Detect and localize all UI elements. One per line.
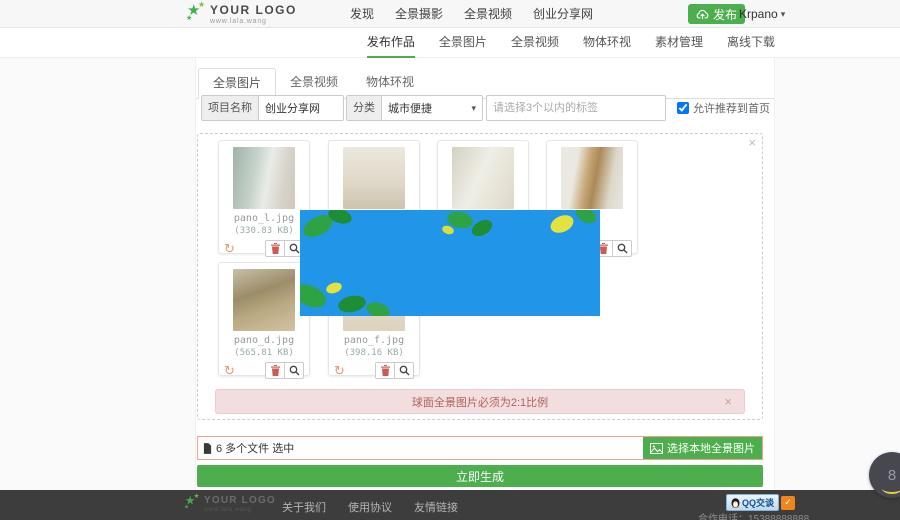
file-count-text: 6 多个文件 选中: [216, 440, 294, 456]
widget-badge: 8: [888, 467, 896, 484]
menu-item-share-site[interactable]: 创业分享网: [533, 5, 593, 22]
file-card: pano_l.jpg (330.83 KB) ↻: [218, 140, 310, 254]
image-icon: [650, 443, 663, 454]
trash-icon: [271, 243, 280, 254]
drag-preview-image: [300, 210, 600, 316]
tags-input[interactable]: [486, 95, 666, 121]
file-name: pano_l.jpg: [222, 212, 306, 225]
category-value: 城市便捷: [388, 100, 432, 116]
user-name: Krpano: [739, 7, 778, 21]
file-size: (398.16 KB): [332, 347, 416, 359]
project-name-input[interactable]: [258, 95, 344, 121]
qq-chat-label: QQ交谈: [742, 496, 774, 509]
delete-button[interactable]: [265, 362, 285, 379]
alert-text: 球面全景图片必须为2:1比例: [412, 394, 548, 410]
footer: ★ ★ ★ YOUR LOGO www.lala.wang 关于我们 使用协议 …: [0, 490, 900, 520]
subnav-item-pano-images[interactable]: 全景图片: [439, 28, 487, 58]
widget-smile-arc: [882, 483, 900, 494]
check-icon: ✓: [784, 497, 792, 508]
menu-item-pano-video[interactable]: 全景视频: [464, 5, 512, 22]
recommend-checkbox[interactable]: [677, 102, 689, 114]
star-logo-icon: ★ ★ ★: [184, 494, 197, 510]
generate-label: 立即生成: [456, 468, 504, 485]
recommend-label: 允许推荐到首页: [693, 100, 770, 116]
subnav-item-object-view[interactable]: 物体环视: [583, 28, 631, 58]
footer-logo-title: YOUR LOGO: [204, 496, 276, 506]
file-thumbnail: [452, 147, 514, 209]
file-thumbnail: [233, 269, 295, 331]
file-thumbnail: [343, 147, 405, 209]
file-icon: [203, 443, 212, 454]
file-name: pano_f.jpg: [332, 334, 416, 347]
magnifier-icon: [617, 243, 628, 254]
file-thumbnail: [233, 147, 295, 209]
magnifier-icon: [289, 243, 300, 254]
magnifier-icon: [399, 365, 410, 376]
zoom-button[interactable]: [284, 362, 304, 379]
publish-button[interactable]: 发布: [688, 4, 745, 24]
chevron-down-icon: ▾: [471, 103, 476, 114]
subnav-item-material-manage[interactable]: 素材管理: [655, 28, 703, 58]
category-select[interactable]: 城市便捷 ▾: [381, 95, 483, 121]
choose-button-label: 选择本地全景图片: [667, 440, 755, 456]
site-logo: ★ ★ ★ YOUR LOGO www.lala.wang: [186, 2, 297, 26]
publish-label: 发布: [713, 6, 737, 23]
footer-link-friends[interactable]: 友情链接: [414, 499, 458, 515]
top-menu: 发现 全景摄影 全景视频 创业分享网: [350, 0, 593, 27]
qq-penguin-icon: [731, 497, 740, 508]
zoom-button[interactable]: [394, 362, 414, 379]
secondary-nav: 发布作品 全景图片 全景视频 物体环视 素材管理 离线下载: [0, 28, 900, 58]
project-name-label: 项目名称: [201, 95, 258, 121]
magnifier-icon: [289, 365, 300, 376]
top-navbar: ★ ★ ★ YOUR LOGO www.lala.wang 发现 全景摄影 全景…: [0, 0, 900, 28]
tab-pano-video[interactable]: 全景视频: [276, 68, 352, 98]
subnav-item-pano-videos[interactable]: 全景视频: [511, 28, 559, 58]
logo-subtitle: www.lala.wang: [210, 18, 297, 25]
subnav-item-publish-works[interactable]: 发布作品: [367, 28, 415, 58]
user-dropdown[interactable]: Krpano ▾: [739, 7, 785, 21]
choose-local-images-button[interactable]: 选择本地全景图片: [643, 437, 762, 459]
close-icon[interactable]: ×: [748, 135, 756, 150]
footer-logo-subtitle: www.lala.wang: [204, 507, 276, 513]
file-select-bar[interactable]: 6 多个文件 选中 选择本地全景图片: [197, 436, 763, 460]
file-name: pano_d.jpg: [222, 334, 306, 347]
cloud-upload-icon: [696, 8, 709, 20]
footer-link-terms[interactable]: 使用协议: [348, 499, 392, 515]
ratio-warning-alert: 球面全景图片必须为2:1比例 ×: [215, 389, 745, 414]
close-icon[interactable]: ×: [724, 394, 732, 409]
refresh-icon[interactable]: ↻: [224, 242, 235, 255]
page: ★ ★ ★ YOUR LOGO www.lala.wang 发现 全景摄影 全景…: [0, 0, 900, 520]
zoom-button[interactable]: [612, 240, 632, 257]
footer-link-about[interactable]: 关于我们: [282, 499, 326, 515]
leaves-decoration: [300, 210, 600, 316]
recommend-checkbox-row: 允许推荐到首页: [677, 100, 770, 116]
logo-title: YOUR LOGO: [210, 4, 297, 16]
category-label: 分类: [346, 95, 381, 121]
project-form: 项目名称 分类 城市便捷 ▾ 允许推荐到首页: [196, 95, 774, 121]
file-size: (330.83 KB): [222, 225, 306, 237]
generate-now-button[interactable]: 立即生成: [197, 465, 763, 487]
footer-phone: 合作电话：15388888888: [698, 510, 809, 520]
menu-item-pano-photo[interactable]: 全景摄影: [395, 5, 443, 22]
file-thumbnail: [561, 147, 623, 209]
trash-icon: [271, 365, 280, 376]
menu-item-discover[interactable]: 发现: [350, 5, 374, 22]
delete-button[interactable]: [375, 362, 395, 379]
footer-logo: ★ ★ ★ YOUR LOGO www.lala.wang: [184, 494, 276, 514]
tab-object-view[interactable]: 物体环视: [352, 68, 428, 98]
chevron-down-icon: ▾: [781, 9, 786, 20]
trash-icon: [381, 365, 390, 376]
file-card: pano_d.jpg (565.81 KB) ↻: [218, 262, 310, 376]
file-size: (565.81 KB): [222, 347, 306, 359]
refresh-icon[interactable]: ↻: [334, 364, 345, 377]
refresh-icon[interactable]: ↻: [224, 364, 235, 377]
subnav-item-offline-download[interactable]: 离线下载: [727, 28, 775, 58]
star-logo-icon: ★ ★ ★: [186, 2, 206, 26]
qq-chat-badge[interactable]: QQ交谈 ✓: [726, 494, 795, 511]
footer-links: 关于我们 使用协议 友情链接: [282, 499, 458, 515]
delete-button[interactable]: [265, 240, 285, 257]
